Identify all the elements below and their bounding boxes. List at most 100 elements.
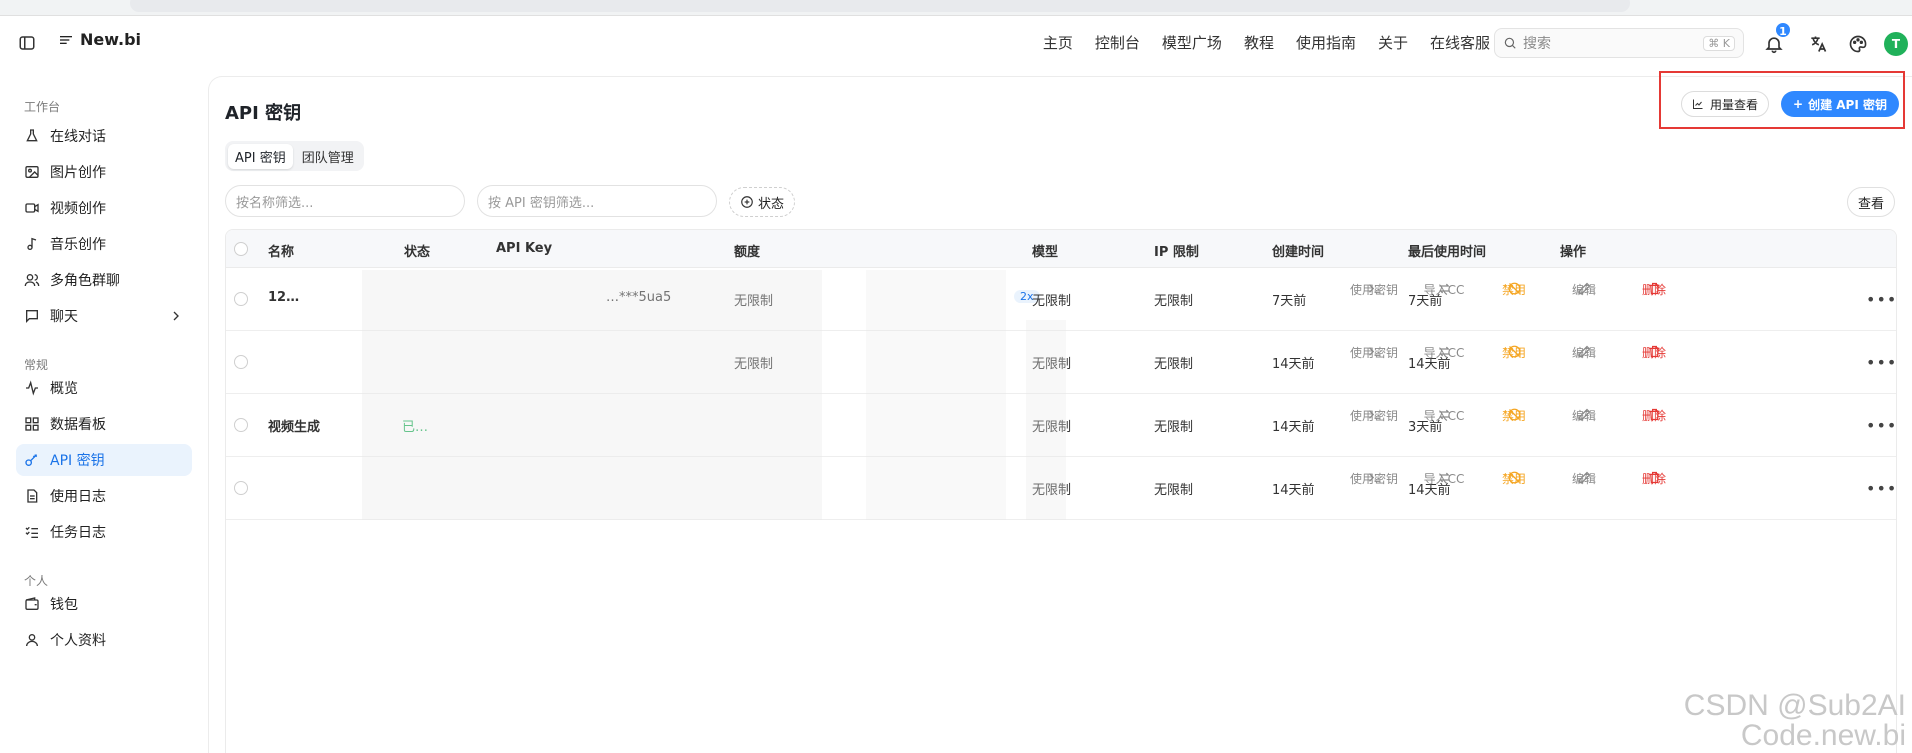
use-key-button[interactable]: 使用密钥 bbox=[1346, 407, 1402, 423]
import-cc-button[interactable]: 导入CC bbox=[1416, 281, 1472, 297]
nav-about[interactable]: 关于 bbox=[1378, 32, 1408, 53]
view-button[interactable]: 查看 bbox=[1847, 187, 1896, 217]
api-keys-table: 名称 状态 API Key 额度 模型 IP 限制 创建时间 最后使用时间 操作… bbox=[225, 229, 1897, 753]
avatar[interactable]: T bbox=[1884, 32, 1908, 56]
disable-button[interactable]: 禁用 bbox=[1486, 344, 1542, 360]
create-api-key-button[interactable]: + 创建 API 密钥 bbox=[1781, 91, 1899, 117]
delete-button[interactable]: 删除 bbox=[1626, 407, 1682, 423]
watermark-line-2: Code.new.bi bbox=[1740, 719, 1906, 752]
delete-button[interactable]: 删除 bbox=[1626, 281, 1682, 297]
sidebar-item-overview[interactable]: 概览 bbox=[16, 372, 192, 404]
delete-button[interactable]: 删除 bbox=[1626, 470, 1682, 486]
row-ip: 无限制 bbox=[1154, 294, 1194, 309]
brand-logo[interactable]: New.bi bbox=[58, 30, 141, 49]
sidebar-item-wallet[interactable]: 钱包 bbox=[16, 588, 192, 620]
more-options-icon[interactable]: ••• bbox=[1866, 416, 1896, 435]
sidebar-item-profile[interactable]: 个人资料 bbox=[16, 624, 192, 656]
sidebar-item-music[interactable]: 音乐创作 bbox=[16, 228, 192, 260]
tab-team[interactable]: 团队管理 bbox=[295, 144, 361, 169]
user-icon bbox=[26, 634, 38, 647]
use-key-button[interactable]: 使用密钥 bbox=[1346, 470, 1402, 486]
sidebar-item-api-keys[interactable]: API 密钥 bbox=[16, 444, 192, 476]
more-options-icon[interactable]: ••• bbox=[1866, 353, 1896, 372]
sidebar-item-label: 聊天 bbox=[50, 309, 78, 325]
disable-button[interactable]: 禁用 bbox=[1486, 407, 1542, 423]
sidebar-item-dashboard[interactable]: 数据看板 bbox=[16, 408, 192, 440]
action-label: 编辑 bbox=[1571, 472, 1596, 486]
more-options-icon[interactable]: ••• bbox=[1866, 290, 1896, 309]
nav-tutorial[interactable]: 教程 bbox=[1244, 32, 1274, 53]
search-input[interactable]: 搜索 ⌘ K bbox=[1494, 28, 1744, 58]
sidebar-section-title: 个人 bbox=[24, 574, 49, 588]
nav-guide[interactable]: 使用指南 bbox=[1296, 32, 1356, 53]
disable-button[interactable]: 禁用 bbox=[1486, 470, 1542, 486]
disable-button[interactable]: 禁用 bbox=[1486, 281, 1542, 297]
top-bar: New.bi 主页 控制台 模型广场 教程 使用指南 关于 在线客服 搜索 ⌘ … bbox=[0, 16, 1912, 70]
image-icon bbox=[25, 166, 39, 178]
action-label: 删除 bbox=[1641, 283, 1666, 297]
use-key-button[interactable]: 使用密钥 bbox=[1346, 281, 1402, 297]
nav-home[interactable]: 主页 bbox=[1043, 32, 1073, 53]
sidebar-item-usage-log[interactable]: 使用日志 bbox=[16, 480, 192, 512]
edit-button[interactable]: 编辑 bbox=[1556, 407, 1612, 423]
action-label: 禁用 bbox=[1501, 409, 1526, 423]
sidebar-item-image[interactable]: 图片创作 bbox=[16, 156, 192, 188]
search-icon bbox=[1504, 37, 1516, 49]
sidebar-item-task-log[interactable]: 任务日志 bbox=[16, 516, 192, 548]
row-actions: 使用密钥 导入CC 禁用 编辑 删除 bbox=[1346, 470, 1682, 486]
sidebar-item-chat[interactable]: 聊天 bbox=[16, 300, 192, 332]
col-model: 模型 bbox=[1032, 245, 1059, 260]
sidebar-item-label: 在线对话 bbox=[50, 129, 106, 145]
sidebar-item-label: 数据看板 bbox=[50, 417, 106, 433]
sidebar-item-label: 视频创作 bbox=[50, 201, 106, 217]
import-cc-button[interactable]: 导入CC bbox=[1416, 470, 1472, 486]
tab-api-keys[interactable]: API 密钥 bbox=[228, 143, 293, 169]
nav-models[interactable]: 模型广场 bbox=[1162, 32, 1222, 53]
sidebar-item-label: 使用日志 bbox=[50, 489, 106, 505]
edit-button[interactable]: 编辑 bbox=[1556, 470, 1612, 486]
row-actions: 使用密钥 导入CC 禁用 编辑 删除 bbox=[1346, 281, 1682, 297]
key-filter-input[interactable]: 按 API 密钥筛选... bbox=[477, 185, 717, 217]
dashboard-icon bbox=[25, 417, 39, 431]
redaction-overlay bbox=[866, 270, 1006, 520]
row-created: 14天前 bbox=[1272, 357, 1315, 372]
key-icon bbox=[25, 454, 38, 466]
sidebar-item-label: 音乐创作 bbox=[50, 237, 106, 253]
usage-button-label: 用量查看 bbox=[1710, 97, 1759, 112]
sidebar-item-chat-online[interactable]: 在线对话 bbox=[16, 120, 192, 152]
sidebar-toggle-icon[interactable] bbox=[18, 34, 36, 52]
more-options-icon[interactable]: ••• bbox=[1866, 479, 1896, 498]
table-header: 名称 状态 API Key 额度 模型 IP 限制 创建时间 最后使用时间 操作 bbox=[226, 230, 1896, 268]
row-checkbox[interactable] bbox=[234, 481, 248, 495]
status-filter-button[interactable]: 状态 bbox=[729, 187, 796, 217]
name-filter-input[interactable]: 按名称筛选... bbox=[225, 185, 465, 217]
address-bar[interactable] bbox=[130, 0, 1630, 12]
chart-icon bbox=[1693, 99, 1703, 109]
row-checkbox[interactable] bbox=[234, 292, 248, 306]
edit-button[interactable]: 编辑 bbox=[1556, 344, 1612, 360]
sidebar-section-title: 工作台 bbox=[24, 100, 61, 114]
row-name: 视频生成 bbox=[268, 420, 321, 435]
sidebar-item-label: 个人资料 bbox=[50, 633, 106, 649]
import-cc-button[interactable]: 导入CC bbox=[1416, 407, 1472, 423]
import-cc-button[interactable]: 导入CC bbox=[1416, 344, 1472, 360]
row-checkbox[interactable] bbox=[234, 355, 248, 369]
sidebar-item-video[interactable]: 视频创作 bbox=[16, 192, 192, 224]
translate-icon[interactable] bbox=[1808, 34, 1828, 54]
notification-badge: 1 bbox=[1774, 21, 1792, 39]
delete-button[interactable]: 删除 bbox=[1626, 344, 1682, 360]
use-key-button[interactable]: 使用密钥 bbox=[1346, 344, 1402, 360]
sidebar-item-group-chat[interactable]: 多角色群聊 bbox=[16, 264, 192, 296]
edit-button[interactable]: 编辑 bbox=[1556, 281, 1612, 297]
chevron-right-icon[interactable] bbox=[168, 308, 184, 324]
nav-console[interactable]: 控制台 bbox=[1095, 32, 1140, 53]
select-all-checkbox[interactable] bbox=[234, 242, 248, 256]
create-button-label: 创建 API 密钥 bbox=[1808, 97, 1887, 112]
palette-icon[interactable] bbox=[1848, 34, 1868, 54]
action-label: 禁用 bbox=[1501, 283, 1526, 297]
usage-button[interactable]: 用量查看 bbox=[1681, 91, 1770, 117]
page-title: API 密钥 bbox=[225, 103, 302, 124]
plus-circle-icon bbox=[741, 196, 753, 208]
row-checkbox[interactable] bbox=[234, 418, 248, 432]
nav-support[interactable]: 在线客服 bbox=[1430, 32, 1490, 53]
